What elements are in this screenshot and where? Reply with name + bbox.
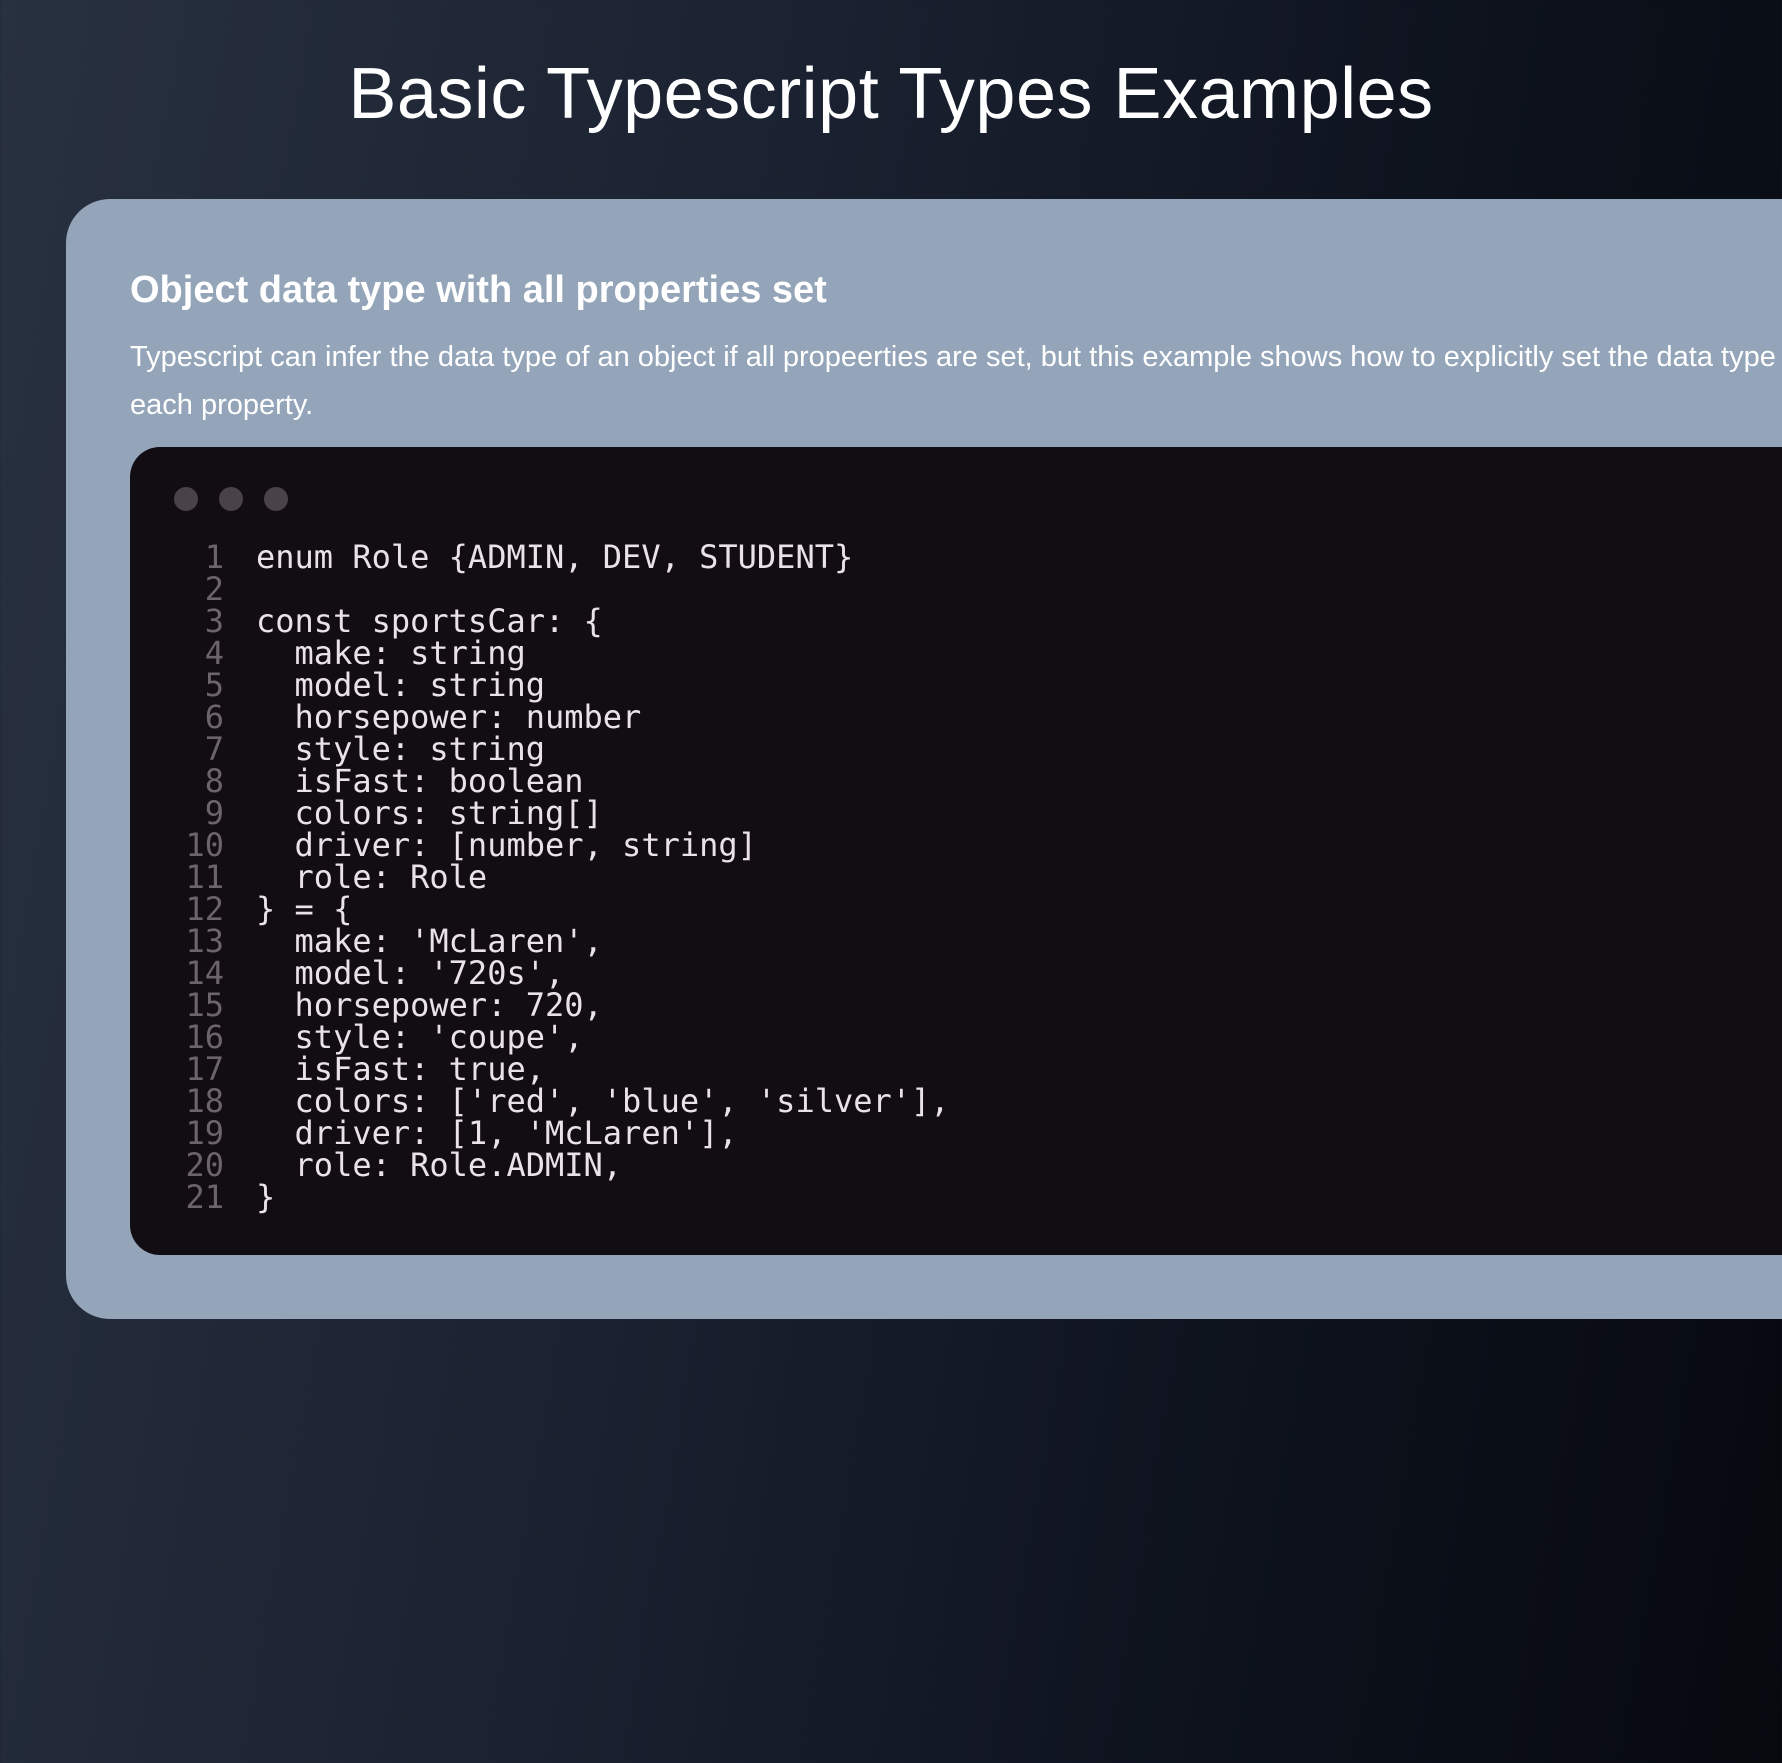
code-line: 5 model: string	[154, 669, 950, 701]
code-line: 6 horsepower: number	[154, 701, 950, 733]
code-text: driver: [number, string]	[256, 826, 757, 864]
code-line: 21}	[154, 1181, 950, 1213]
line-number: 15	[185, 986, 224, 1024]
code-line: 19 driver: [1, 'McLaren'],	[154, 1117, 950, 1149]
code-line: 4 make: string	[154, 637, 950, 669]
code-text: make: string	[256, 634, 526, 672]
line-number: 19	[185, 1114, 224, 1152]
line-number: 9	[204, 794, 224, 832]
code-line: 16 style: 'coupe',	[154, 1021, 950, 1053]
line-number: 4	[204, 634, 224, 672]
example-card: Object data type with all properties set…	[66, 199, 1782, 1319]
code-text: }	[256, 1178, 276, 1216]
line-number: 8	[204, 762, 224, 800]
code-text: make: 'McLaren',	[256, 922, 603, 960]
code-text: } = {	[256, 890, 353, 928]
code-line: 15 horsepower: 720,	[154, 989, 950, 1021]
code-line: 20 role: Role.ADMIN,	[154, 1149, 950, 1181]
code-text: style: string	[256, 730, 545, 768]
line-number: 17	[185, 1050, 224, 1088]
page-title: Basic Typescript Types Examples	[348, 54, 1434, 134]
line-number: 1	[204, 538, 224, 576]
line-number: 5	[204, 666, 224, 704]
card-heading: Object data type with all properties set	[130, 269, 827, 311]
code-line: 7 style: string	[154, 733, 950, 765]
window-dot-icon	[264, 487, 288, 511]
code-text: style: 'coupe',	[256, 1018, 584, 1056]
code-line: 9 colors: string[]	[154, 797, 950, 829]
code-text: role: Role.ADMIN,	[256, 1146, 623, 1184]
code-line: 11 role: Role	[154, 861, 950, 893]
code-line: 3 const sportsCar: {	[154, 605, 950, 637]
line-number: 2	[204, 570, 224, 608]
line-number: 20	[185, 1146, 224, 1184]
code-text: driver: [1, 'McLaren'],	[256, 1114, 738, 1152]
code-text: isFast: boolean	[256, 762, 584, 800]
line-number: 18	[185, 1082, 224, 1120]
card-description: Typescript can infer the data type of an…	[130, 341, 1782, 421]
code-line: 18 colors: ['red', 'blue', 'silver'],	[154, 1082, 950, 1120]
code-line: 2	[154, 573, 950, 605]
line-number: 3	[204, 602, 224, 640]
code-text: role: Role	[256, 858, 488, 896]
code-text: isFast: true,	[256, 1050, 545, 1088]
code-line: 14 model: '720s',	[154, 957, 950, 989]
line-number: 6	[204, 698, 224, 736]
code-line: 10 driver: [number, string]	[154, 829, 950, 861]
code-line: 8 isFast: boolean	[154, 765, 950, 797]
line-number: 13	[185, 922, 224, 960]
line-number: 14	[185, 954, 224, 992]
code-text: enum Role {ADMIN, DEV, STUDENT}	[256, 538, 854, 576]
code-text: horsepower: number	[256, 698, 642, 736]
code-text: colors: string[]	[256, 794, 603, 832]
code-block: 1 enum Role {ADMIN, DEV, STUDENT} 2 3 const …	[154, 541, 950, 1213]
line-number: 11	[185, 858, 224, 896]
line-number: 16	[185, 1018, 224, 1056]
line-number: 10	[185, 826, 224, 864]
line-number: 21	[185, 1178, 224, 1216]
code-line: 12 } = {	[154, 893, 950, 925]
code-text: colors: ['red', 'blue', 'silver'],	[256, 1082, 950, 1120]
code-text: horsepower: 720,	[256, 986, 603, 1024]
code-text: model: string	[256, 666, 545, 704]
code-line: 13 make: 'McLaren',	[154, 925, 950, 957]
code-text: model: '720s',	[256, 954, 565, 992]
line-number: 12	[185, 890, 224, 928]
window-dot-icon	[174, 487, 198, 511]
code-line: 1 enum Role {ADMIN, DEV, STUDENT}	[154, 541, 950, 573]
code-window: 1 enum Role {ADMIN, DEV, STUDENT} 2 3 const …	[130, 447, 1782, 1255]
code-text: const sportsCar: {	[256, 602, 603, 640]
window-dot-icon	[219, 487, 243, 511]
code-line: 17 isFast: true,	[154, 1053, 950, 1085]
line-number: 7	[204, 730, 224, 768]
